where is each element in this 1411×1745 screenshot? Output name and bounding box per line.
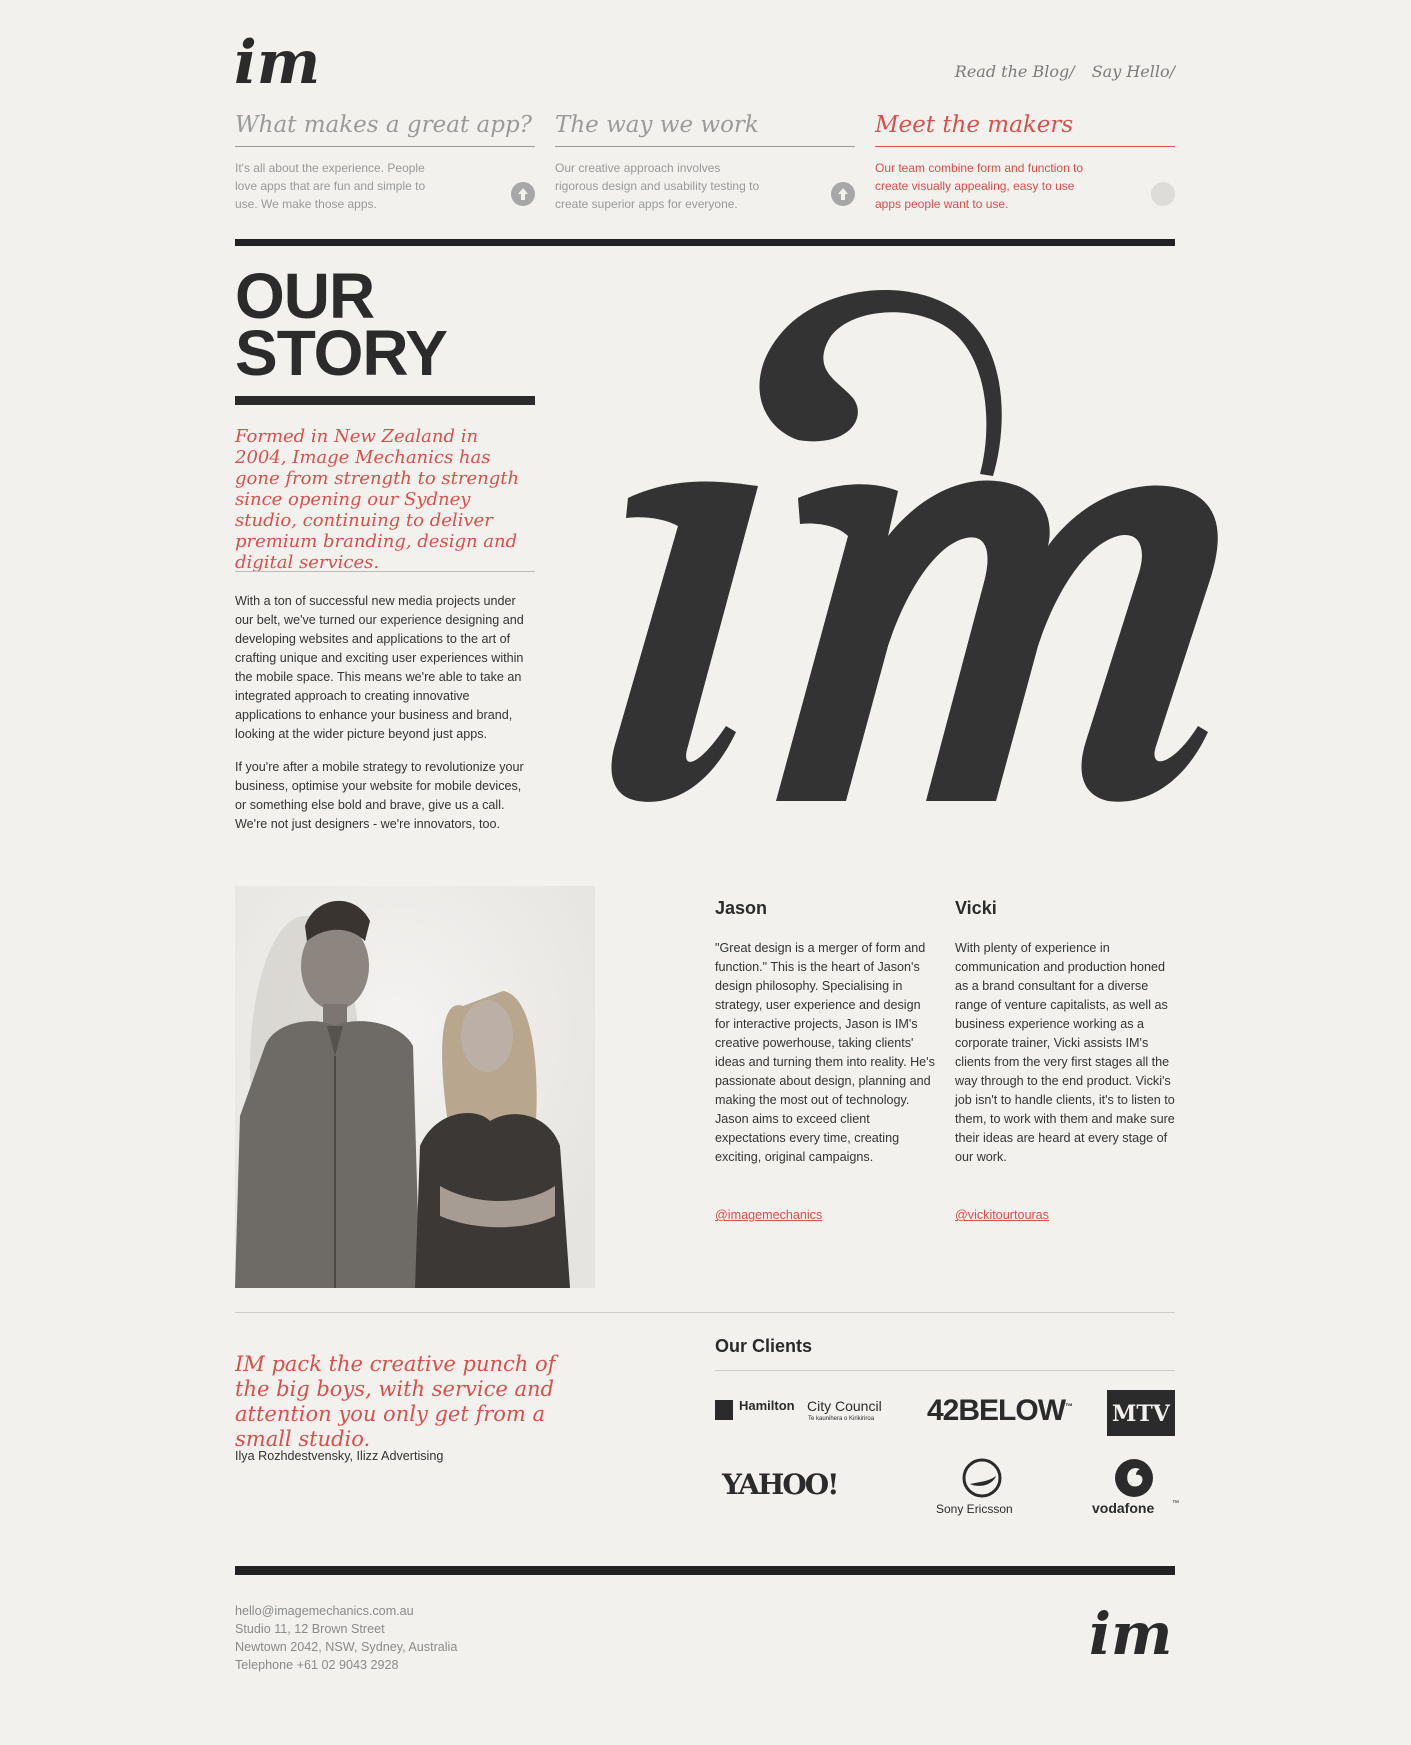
section-divider [235, 239, 1175, 246]
twitter-handle-link[interactable]: @imagemechanics [715, 1208, 822, 1222]
client-logo-vodafone: vodafone ™ [1092, 1458, 1179, 1518]
divider [235, 571, 535, 572]
person-bio: "Great design is a merger of form and fu… [715, 941, 935, 1164]
email-link[interactable]: hello@imagemechanics.com.au [235, 1604, 414, 1618]
client-logo-text: ™ [1065, 1402, 1073, 1411]
client-logo-text: Hamilton [739, 1398, 795, 1413]
person-vicki: Vicki With plenty of experience in commu… [955, 898, 1175, 1167]
client-logo-text: vodafone [1092, 1500, 1155, 1516]
client-logo-mtv: MTV [1107, 1390, 1175, 1436]
arrow-up-icon[interactable] [511, 182, 535, 206]
client-logo-text: City Council [807, 1398, 882, 1414]
sony-ericsson-icon [962, 1458, 1002, 1498]
vodafone-icon [1115, 1459, 1153, 1497]
client-logo-yahoo: YAHOO! [722, 1468, 839, 1501]
client-logo-text: ™ [1172, 1500, 1179, 1507]
person-bio: With plenty of experience in communicati… [955, 941, 1175, 1164]
story-paragraph: With a ton of successful new media proje… [235, 594, 524, 741]
address-line: Studio 11, 12 Brown Street [235, 1622, 385, 1636]
divider [715, 1370, 1175, 1371]
clients-title: Our Clients [715, 1336, 813, 1356]
im-large-logo-icon [611, 289, 1218, 802]
nav-title[interactable]: The way we work [555, 112, 855, 147]
client-logo-text: Sony Ericsson [936, 1502, 1013, 1516]
nav-text: Our team combine form and function to cr… [875, 161, 1084, 211]
person-name: Vicki [955, 898, 997, 918]
divider [235, 1312, 1175, 1313]
hamilton-mark-icon [715, 1400, 733, 1420]
client-logo-text: MTV [1112, 1401, 1170, 1427]
twitter-handle-link[interactable]: @vickitourtouras [955, 1208, 1049, 1222]
footer-divider [235, 1566, 1175, 1575]
say-hello-link[interactable]: Say Hello/ [1092, 62, 1175, 81]
client-logo-hamilton: Hamilton City Council Te kaunihera o Kir… [715, 1398, 885, 1428]
nav-title[interactable]: Meet the makers [875, 112, 1175, 147]
svg-text:im: im [234, 28, 320, 94]
person-name: Jason [715, 898, 768, 918]
address-line: Newtown 2042, NSW, Sydney, Australia [235, 1640, 458, 1654]
nav-item-way-we-work[interactable]: The way we work Our creative approach in… [555, 112, 855, 213]
read-blog-link[interactable]: Read the Blog/ [955, 62, 1075, 81]
testimonial-quote: IM pack the creative punch of the big bo… [235, 1352, 556, 1451]
story-paragraph: If you're after a mobile strategy to rev… [235, 760, 524, 831]
logo[interactable]: im [234, 28, 320, 98]
story-lead: Formed in New Zealand in 2004, Image Mec… [235, 426, 520, 573]
nav-item-great-app[interactable]: What makes a great app? It's all about t… [235, 112, 535, 213]
team-photo-image [235, 886, 595, 1288]
nav-text: Our creative approach involves rigorous … [555, 161, 760, 211]
nav-title[interactable]: What makes a great app? [235, 112, 535, 147]
client-logo-42below: 42BELOW™ [927, 1394, 1073, 1428]
client-logo-sony-ericsson: Sony Ericsson [934, 1458, 1026, 1518]
client-logo-text: Te kaunihera o Kirikiriroa [808, 1416, 875, 1422]
footer-logo[interactable]: im [1089, 1600, 1175, 1668]
title-underline [235, 396, 535, 405]
page-title: OUR STORY [235, 264, 448, 389]
person-jason: Jason "Great design is a merger of form … [715, 898, 935, 1167]
team-photo [235, 886, 595, 1288]
arrow-up-icon[interactable] [831, 182, 855, 206]
im-logo-icon: im [1089, 1600, 1172, 1668]
circle-icon[interactable] [1151, 182, 1175, 206]
footer-address: hello@imagemechanics.com.au Studio 11, 1… [235, 1602, 457, 1674]
nav-text: It's all about the experience. People lo… [235, 161, 426, 211]
nav-item-meet-makers[interactable]: Meet the makers Our team combine form an… [875, 112, 1175, 213]
svg-text:im: im [1089, 1600, 1172, 1664]
im-logo-icon: im [234, 28, 320, 98]
client-logo-text: 42BELOW [927, 1394, 1066, 1427]
phone-text: Telephone +61 02 9043 2928 [235, 1658, 399, 1672]
title-line: STORY [235, 317, 448, 389]
top-links: Read the Blog/ Say Hello/ [943, 62, 1175, 81]
testimonial-cite: Ilya Rozhdestvensky, Ilizz Advertising [235, 1449, 444, 1463]
